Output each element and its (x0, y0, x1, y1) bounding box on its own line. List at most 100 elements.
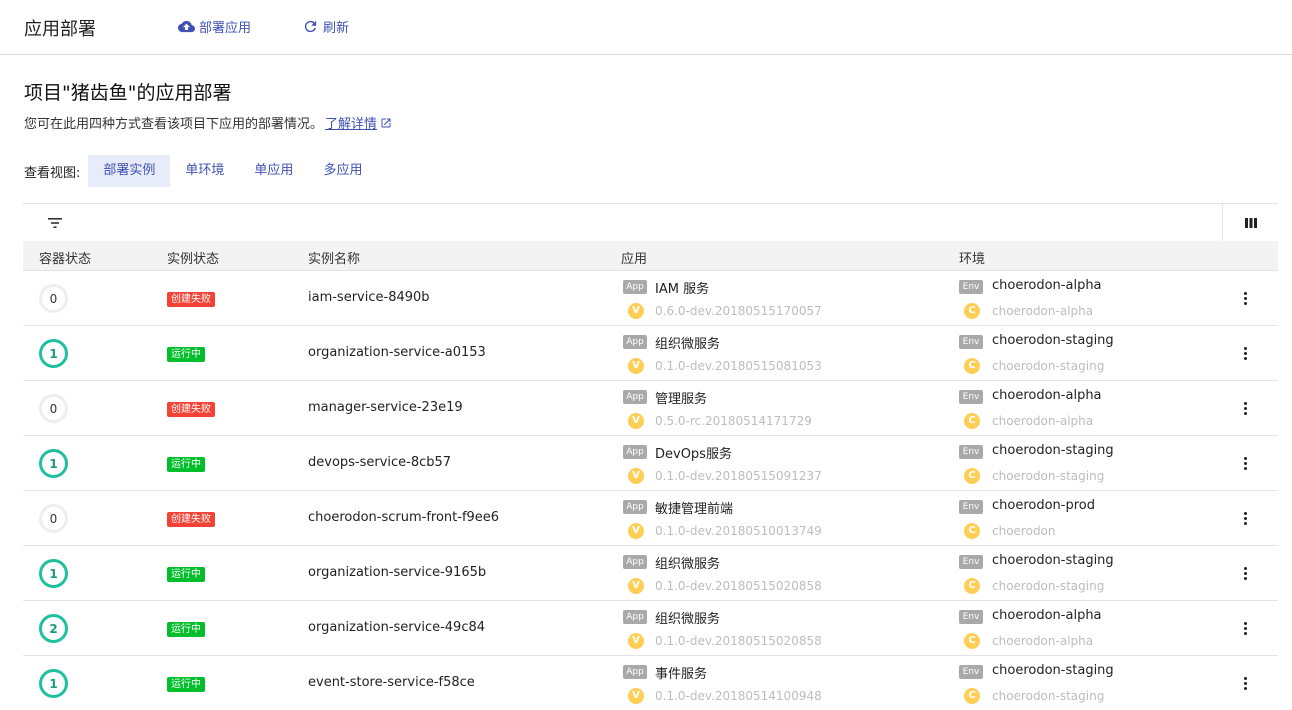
more-vert-icon[interactable] (1238, 343, 1252, 363)
instance-name[interactable]: organization-service-a0153 (308, 345, 486, 360)
more-vert-icon[interactable] (1238, 563, 1252, 583)
version-icon: V (628, 523, 644, 539)
env-badge: Env (959, 335, 983, 349)
table-row[interactable]: 1 运行中 event-store-service-f58ce App 事件服务… (23, 656, 1278, 710)
app-name: IAM 服务 (655, 282, 710, 297)
table-row[interactable]: 0 创建失败 manager-service-23e19 App 管理服务 V … (23, 381, 1278, 436)
table-row[interactable]: 0 创建失败 iam-service-8490b App IAM 服务 V 0.… (23, 271, 1278, 326)
instance-name[interactable]: organization-service-9165b (308, 565, 486, 580)
env-code: choerodon-staging (992, 689, 1105, 703)
env-code: choerodon-staging (992, 579, 1105, 593)
env-name: choerodon-alpha (992, 278, 1102, 293)
description-text: 您可在此用四种方式查看该项目下应用的部署情况。 (24, 117, 324, 132)
more-vert-icon[interactable] (1238, 453, 1252, 473)
env-name: choerodon-staging (992, 553, 1114, 568)
project-heading: 项目"猪齿鱼"的应用部署 (24, 82, 232, 104)
filter-icon[interactable] (47, 216, 63, 230)
env-icon: C (964, 578, 980, 594)
learn-more-link[interactable]: 了解详情 (325, 113, 377, 132)
instance-name[interactable]: manager-service-23e19 (308, 400, 463, 415)
instance-name[interactable]: devops-service-8cb57 (308, 455, 451, 470)
more-vert-icon[interactable] (1238, 508, 1252, 528)
table-row[interactable]: 1 运行中 organization-service-9165b App 组织微… (23, 546, 1278, 601)
env-code: choerodon (992, 524, 1056, 538)
env-badge: Env (959, 280, 983, 294)
tab-deploy-instances[interactable]: 部署实例 (88, 155, 171, 187)
env-icon: C (964, 413, 980, 429)
deploy-app-button[interactable]: 部署应用 (178, 17, 251, 36)
app-badge: App (623, 445, 647, 459)
app-badge: App (623, 500, 647, 514)
container-count-ring: 0 (39, 504, 68, 533)
app-badge: App (623, 280, 647, 294)
col-container-status[interactable]: 容器状态 (39, 248, 91, 267)
table-row[interactable]: 1 运行中 devops-service-8cb57 App DevOps服务 … (23, 436, 1278, 491)
container-count-ring: 2 (39, 614, 68, 643)
more-vert-icon[interactable] (1238, 398, 1252, 418)
status-badge: 运行中 (167, 677, 205, 692)
env-badge: Env (959, 610, 983, 624)
tab-single-env[interactable]: 单环境 (170, 155, 239, 187)
more-vert-icon[interactable] (1238, 673, 1252, 693)
env-name: choerodon-staging (992, 443, 1114, 458)
more-vert-icon[interactable] (1238, 618, 1252, 638)
view-label: 查看视图: (24, 165, 81, 181)
view-switcher: 查看视图: 部署实例 单环境 单应用 多应用 (24, 155, 377, 187)
tab-multi-app[interactable]: 多应用 (308, 155, 377, 187)
status-badge: 运行中 (167, 567, 205, 582)
version-icon: V (628, 413, 644, 429)
col-instance-status[interactable]: 实例状态 (167, 248, 219, 267)
table-header: 容器状态 实例状态 实例名称 应用 环境 (23, 241, 1278, 271)
app-badge: App (623, 610, 647, 624)
env-icon: C (964, 523, 980, 539)
app-version: 0.1.0-dev.20180515081053 (655, 359, 822, 373)
env-code: choerodon-staging (992, 359, 1105, 373)
container-count-ring: 1 (39, 339, 68, 368)
env-code: choerodon-alpha (992, 304, 1094, 318)
tab-single-app[interactable]: 单应用 (239, 155, 308, 187)
page-title: 应用部署 (24, 19, 96, 40)
column-toggle-button[interactable] (1222, 204, 1278, 242)
app-version: 0.1.0-dev.20180515020858 (655, 579, 822, 593)
app-name: 事件服务 (655, 667, 708, 682)
env-icon: C (964, 468, 980, 484)
version-icon: V (628, 688, 644, 704)
instance-name[interactable]: iam-service-8490b (308, 290, 430, 305)
container-count-ring: 1 (39, 559, 68, 588)
env-name: choerodon-prod (992, 498, 1096, 513)
app-name: 组织微服务 (655, 612, 721, 627)
status-badge: 运行中 (167, 622, 205, 637)
app-name: 敏捷管理前端 (655, 502, 734, 517)
col-env[interactable]: 环境 (959, 248, 985, 267)
app-badge: App (623, 335, 647, 349)
env-name: choerodon-staging (992, 663, 1114, 678)
table-row[interactable]: 1 运行中 organization-service-a0153 App 组织微… (23, 326, 1278, 381)
page-description: 您可在此用四种方式查看该项目下应用的部署情况。 了解详情 (24, 113, 392, 132)
env-icon: C (964, 303, 980, 319)
app-version: 0.1.0-dev.20180515020858 (655, 634, 822, 648)
col-app[interactable]: 应用 (621, 248, 647, 267)
more-vert-icon[interactable] (1238, 288, 1252, 308)
env-icon: C (964, 358, 980, 374)
app-version: 0.1.0-dev.20180515091237 (655, 469, 822, 483)
table-row[interactable]: 2 运行中 organization-service-49c84 App 组织微… (23, 601, 1278, 656)
app-version: 0.1.0-dev.20180514100948 (655, 689, 822, 703)
app-name: 组织微服务 (655, 337, 721, 352)
app-name: 组织微服务 (655, 557, 721, 572)
instance-name[interactable]: organization-service-49c84 (308, 620, 485, 635)
refresh-button[interactable]: 刷新 (302, 17, 349, 36)
col-instance-name[interactable]: 实例名称 (308, 248, 360, 267)
container-count-ring: 1 (39, 669, 68, 698)
column-toggle-icon (1244, 218, 1257, 228)
env-icon: C (964, 633, 980, 649)
instance-name[interactable]: event-store-service-f58ce (308, 675, 475, 690)
status-badge: 运行中 (167, 457, 205, 472)
app-version: 0.1.0-dev.20180510013749 (655, 524, 822, 538)
refresh-label: 刷新 (323, 21, 350, 36)
version-icon: V (628, 468, 644, 484)
instance-name[interactable]: choerodon-scrum-front-f9ee6 (308, 510, 499, 525)
app-badge: App (623, 665, 647, 679)
table-row[interactable]: 0 创建失败 choerodon-scrum-front-f9ee6 App 敏… (23, 491, 1278, 546)
env-code: choerodon-alpha (992, 634, 1094, 648)
container-count-ring: 1 (39, 449, 68, 478)
